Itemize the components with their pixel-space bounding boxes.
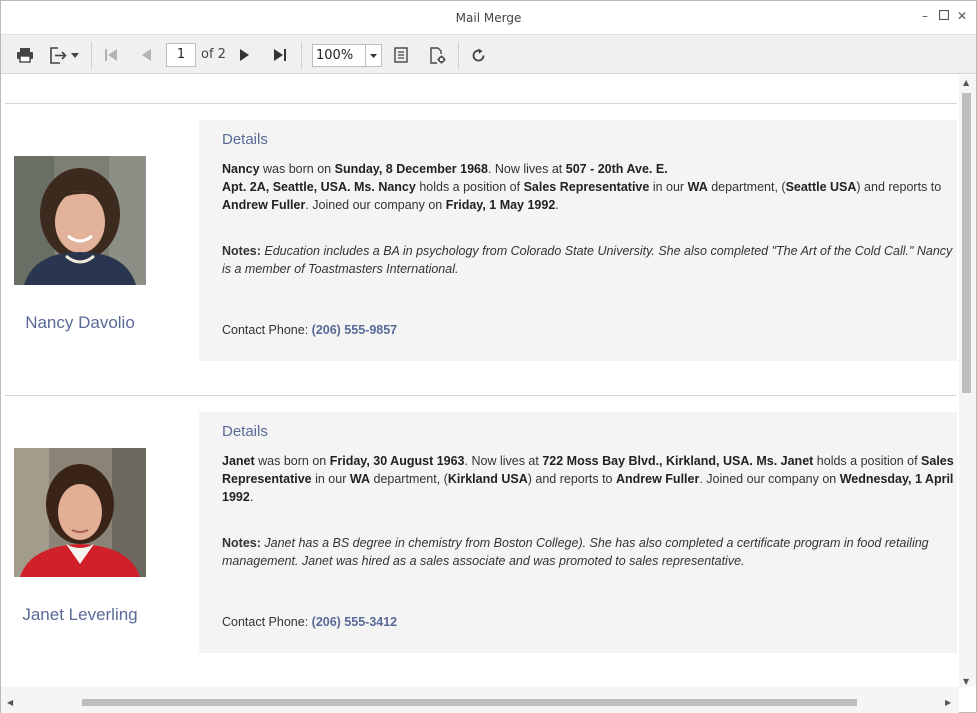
birth-date: Sunday, 8 December 1968	[334, 162, 488, 176]
previous-page-icon[interactable]	[136, 43, 156, 67]
employee-photo	[14, 448, 146, 577]
scroll-down-icon[interactable]: ▼	[963, 677, 969, 686]
department: WA	[687, 180, 708, 194]
minimize-icon[interactable]: –	[917, 8, 933, 24]
toolbar: 1 of 2 100%	[1, 34, 976, 74]
text-fragment: in our	[652, 180, 685, 194]
text-fragment: Joined our company on	[706, 472, 837, 486]
text-fragment: was born on	[258, 454, 327, 468]
contact-phone: Contact Phone: (206) 555-3412	[222, 615, 397, 629]
divider	[5, 103, 957, 104]
address-line-2: Apt. 2A, Seattle, USA.	[222, 180, 351, 194]
notes: Notes: Education includes a BA in psycho…	[222, 242, 957, 278]
notes-text: Education includes a BA in psychology fr…	[222, 244, 953, 276]
first-name: Janet	[222, 454, 255, 468]
employee-record: Janet Leverling Details Janet was born o…	[1, 412, 959, 672]
chevron-down-icon[interactable]	[365, 45, 381, 66]
toolbar-divider	[301, 42, 302, 69]
refresh-icon[interactable]	[468, 43, 488, 67]
close-icon[interactable]: ✕	[954, 8, 970, 24]
details-panel: Details Janet was born on Friday, 30 Aug…	[199, 412, 957, 653]
address-line-1: 507 - 20th Ave. E.	[565, 162, 668, 176]
first-page-icon[interactable]	[101, 43, 121, 67]
text-fragment: Now lives at	[494, 162, 563, 176]
phone-number: (206) 555-9857	[311, 323, 398, 337]
employee-name: Nancy Davolio	[25, 313, 135, 332]
phone-label: Contact Phone:	[222, 615, 309, 629]
vertical-scroll-thumb[interactable]	[962, 93, 971, 393]
divider	[5, 395, 957, 396]
text-fragment: department, (	[711, 180, 786, 194]
title-of-courtesy: Ms.	[756, 454, 778, 468]
toolbar-divider	[91, 42, 92, 69]
window-title: Mail Merge	[455, 11, 522, 25]
first-name: Nancy	[222, 162, 260, 176]
notes: Notes: Janet has a BS degree in chemistr…	[222, 534, 957, 570]
last-page-icon[interactable]	[270, 43, 290, 67]
phone-number: (206) 555-3412	[311, 615, 398, 629]
phone-label: Contact Phone:	[222, 323, 309, 337]
title-of-courtesy: Ms.	[353, 180, 375, 194]
page-view-icon[interactable]	[391, 43, 411, 67]
details-panel: Details Nancy was born on Sunday, 8 Dece…	[199, 120, 957, 361]
address-line-1: 722 Moss Bay Blvd., Kirkland, USA.	[542, 454, 753, 468]
notes-label: Notes:	[222, 244, 261, 258]
birth-date: Friday, 30 August 1963	[329, 454, 465, 468]
location: Kirkland USA	[447, 472, 528, 486]
report-viewport: Nancy Davolio Details Nancy was born on …	[1, 75, 959, 687]
text-fragment: Now lives at	[471, 454, 539, 468]
vertical-scrollbar[interactable]: ▲ ▼	[959, 75, 976, 687]
first-name: Janet	[780, 454, 814, 468]
page-number-input[interactable]: 1	[166, 43, 196, 67]
first-name: Nancy	[378, 180, 416, 194]
next-page-icon[interactable]	[235, 43, 255, 67]
position: Sales Representative	[523, 180, 650, 194]
horizontal-scrollbar[interactable]: ◀ ▶	[1, 687, 959, 713]
employee-name: Janet Leverling	[22, 605, 138, 624]
reports-to: Andrew Fuller	[615, 472, 700, 486]
text-fragment: holds a position of	[816, 454, 918, 468]
text-fragment: in our	[315, 472, 347, 486]
mail-merge-window: Mail Merge – ✕ 1 of 2 100% Nancy Davolio…	[0, 0, 977, 713]
page-total-label: of 2	[201, 47, 226, 62]
location: Seattle USA	[785, 180, 857, 194]
hire-date: Friday, 1 May 1992	[445, 198, 556, 212]
scroll-up-icon[interactable]: ▲	[963, 78, 969, 87]
chevron-down-icon	[71, 52, 79, 58]
notes-label: Notes:	[222, 536, 261, 550]
details-text: Janet was born on Friday, 30 August 1963…	[222, 454, 954, 504]
department: WA	[349, 472, 371, 486]
contact-phone: Contact Phone: (206) 555-9857	[222, 323, 397, 337]
employee-record: Nancy Davolio Details Nancy was born on …	[1, 120, 959, 380]
text-fragment: Joined our company on	[312, 198, 443, 212]
notes-text: Janet has a BS degree in chemistry from …	[222, 536, 929, 568]
export-dropdown-button[interactable]	[46, 43, 82, 67]
text-fragment: ) and reports to	[527, 472, 613, 486]
title-bar: Mail Merge – ✕	[1, 1, 976, 34]
text-fragment: holds a position of	[419, 180, 521, 194]
text-fragment: was born on	[263, 162, 332, 176]
print-icon[interactable]	[14, 43, 36, 67]
maximize-icon[interactable]	[936, 8, 952, 24]
text-fragment: department, (	[373, 472, 448, 486]
details-heading: Details	[222, 131, 268, 148]
employee-photo	[14, 156, 146, 285]
toolbar-divider	[458, 42, 459, 69]
details-text: Nancy was born on Sunday, 8 December 196…	[222, 162, 942, 212]
details-heading: Details	[222, 423, 268, 440]
reports-to: Andrew Fuller	[222, 198, 306, 212]
horizontal-scroll-thumb[interactable]	[82, 699, 857, 706]
page-setup-icon[interactable]	[426, 43, 448, 67]
scroll-right-icon[interactable]: ▶	[945, 698, 951, 707]
text-fragment: ) and reports to	[856, 180, 942, 194]
zoom-value: 100%	[316, 48, 354, 63]
scroll-left-icon[interactable]: ◀	[7, 698, 13, 707]
export-icon	[50, 46, 67, 64]
zoom-select[interactable]: 100%	[312, 44, 382, 67]
